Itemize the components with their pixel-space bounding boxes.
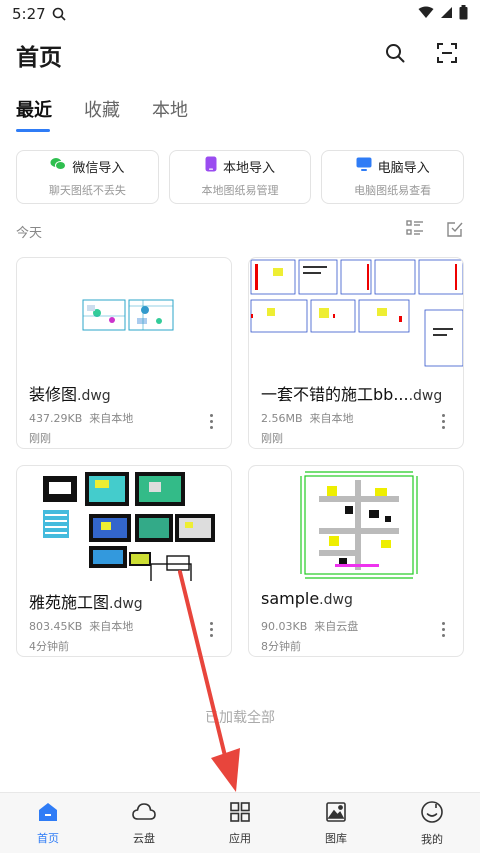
file-extension: .dwg (77, 388, 111, 404)
scan-button[interactable] (432, 40, 462, 70)
search-icon (385, 43, 405, 67)
file-card[interactable]: 雅苑施工图.dwg 803.45KB 来自本地 4分钟前 (16, 465, 232, 657)
nav-profile[interactable]: 我的 (384, 793, 480, 853)
file-time: 刚刚 (261, 432, 283, 445)
home-icon (37, 801, 59, 826)
computer-import-button[interactable]: 电脑导入 电脑图纸易查看 (321, 150, 465, 204)
nav-cloud[interactable]: 云盘 (96, 793, 192, 853)
nav-home[interactable]: 首页 (0, 793, 96, 853)
file-time: 8分钟前 (261, 640, 301, 653)
file-time: 刚刚 (29, 432, 51, 445)
file-name: 装修图 (29, 385, 78, 404)
file-size: 90.03KB (261, 620, 308, 633)
nav-gallery-label: 图库 (325, 831, 347, 845)
phone-icon (205, 156, 217, 176)
list-view-icon (406, 220, 424, 240)
file-card[interactable]: 一套不错的施工bb....dwg 2.56MB 来自本地 刚刚 (248, 257, 464, 449)
computer-import-subtitle: 电脑图纸易查看 (354, 183, 432, 197)
battery-icon (459, 4, 468, 24)
file-time: 4分钟前 (29, 640, 69, 653)
nav-apps[interactable]: 应用 (192, 793, 288, 853)
tab-recent[interactable]: 最近 (16, 96, 52, 132)
file-card[interactable]: 装修图.dwg 437.29KB 来自本地 刚刚 (16, 257, 232, 449)
multi-select-button[interactable] (446, 220, 464, 242)
status-time: 5:27 (12, 5, 46, 23)
wechat-import-button[interactable]: 微信导入 聊天图纸不丢失 (16, 150, 159, 204)
file-name: 雅苑施工图 (29, 593, 110, 612)
wechat-import-title: 微信导入 (72, 160, 125, 176)
signal-icon (440, 5, 453, 23)
section-label-today: 今天 (16, 225, 43, 241)
nav-home-label: 首页 (37, 831, 59, 845)
more-options-button[interactable] (439, 622, 447, 642)
more-options-button[interactable] (207, 414, 215, 434)
profile-icon (420, 800, 444, 827)
drawing-thumbnail (17, 258, 231, 373)
tab-local[interactable]: 本地 (152, 96, 188, 132)
file-extension: .dwg (109, 596, 143, 612)
more-options-button[interactable] (439, 414, 447, 434)
scan-icon (437, 43, 457, 67)
file-tabs: 最近 收藏 本地 (16, 96, 188, 132)
apps-grid-icon (229, 801, 251, 826)
app-header: 首页 (0, 30, 480, 80)
monitor-icon (356, 157, 372, 176)
file-size: 803.45KB (29, 620, 83, 633)
file-source: 来自本地 (89, 412, 134, 425)
more-options-button[interactable] (207, 622, 215, 642)
file-source: 来自本地 (309, 412, 354, 425)
gallery-icon (325, 801, 347, 826)
local-import-subtitle: 本地图纸易管理 (201, 184, 279, 197)
file-name: 一套不错的施工bb... (261, 385, 409, 404)
local-import-title: 本地导入 (223, 160, 276, 176)
nav-cloud-label: 云盘 (133, 831, 155, 845)
nav-gallery[interactable]: 图库 (288, 793, 384, 853)
file-name: sample (261, 589, 320, 608)
local-import-button[interactable]: 本地导入 本地图纸易管理 (168, 150, 312, 204)
import-options: 微信导入 聊天图纸不丢失 本地导入 本地图纸易管理 电脑导入 电脑图纸易查看 (16, 150, 465, 204)
list-view-button[interactable] (406, 220, 424, 242)
tab-favorites[interactable]: 收藏 (84, 96, 120, 132)
search-button[interactable] (380, 40, 410, 70)
wifi-icon (418, 5, 434, 23)
page-title: 首页 (16, 45, 62, 71)
nav-profile-label: 我的 (421, 832, 443, 846)
file-source: 来自本地 (89, 620, 134, 633)
nav-apps-label: 应用 (229, 831, 251, 845)
section-header: 今天 (16, 220, 464, 242)
drawing-thumbnail (249, 258, 463, 373)
search-status-icon (52, 7, 66, 21)
wechat-icon (50, 157, 67, 175)
file-size: 2.56MB (261, 412, 303, 425)
drawing-thumbnail (17, 466, 231, 583)
computer-import-title: 电脑导入 (377, 160, 430, 176)
file-source: 来自云盘 (314, 620, 359, 633)
wechat-import-subtitle: 聊天图纸不丢失 (48, 183, 126, 197)
status-bar: 5:27 (0, 0, 480, 28)
all-loaded-text: 已加载全部 (205, 710, 275, 726)
cloud-icon (131, 801, 157, 826)
recent-files-grid: 装修图.dwg 437.29KB 来自本地 刚刚 一套不错的施工bb....dw… (16, 257, 464, 657)
file-extension: .dwg (408, 388, 443, 404)
file-card[interactable]: sample.dwg 90.03KB 来自云盘 8分钟前 (248, 465, 464, 657)
bottom-nav: 首页 云盘 应用 图库 我的 (0, 792, 480, 853)
drawing-thumbnail (249, 466, 463, 581)
file-size: 437.29KB (29, 412, 83, 425)
file-extension: .dwg (319, 592, 353, 608)
checkbox-edit-icon (446, 222, 464, 242)
